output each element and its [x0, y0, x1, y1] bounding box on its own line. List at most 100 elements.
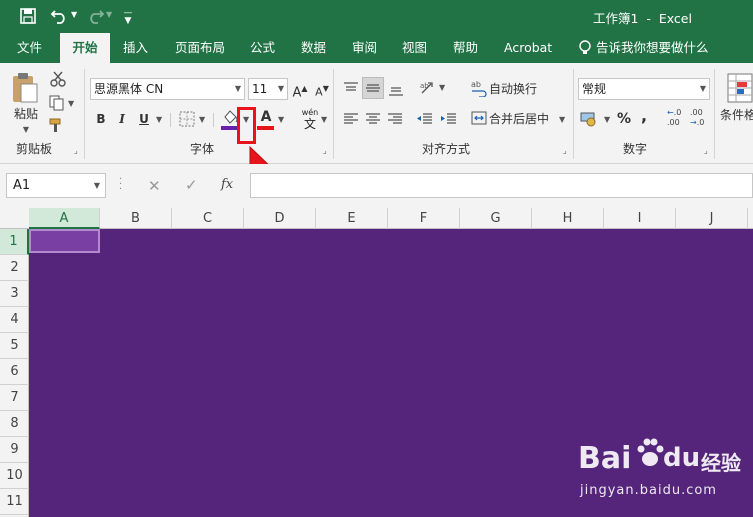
clipboard-launcher-icon[interactable]: ⌟: [74, 147, 82, 155]
tab-home[interactable]: 开始: [60, 33, 110, 63]
column-header-c[interactable]: C: [172, 208, 244, 229]
tab-acrobat[interactable]: Acrobat: [504, 33, 552, 63]
column-header-h[interactable]: H: [532, 208, 604, 229]
grow-font-button[interactable]: A▲: [292, 80, 308, 102]
font-launcher-icon[interactable]: ⌟: [323, 147, 331, 155]
conditional-format-icon[interactable]: [727, 73, 753, 103]
align-middle-icon[interactable]: [362, 77, 384, 99]
align-right-icon[interactable]: [386, 111, 404, 127]
paste-icon[interactable]: [11, 72, 39, 104]
paw-icon: [635, 435, 665, 471]
tab-page-layout[interactable]: 页面布局: [175, 33, 225, 63]
tab-insert[interactable]: 插入: [123, 33, 148, 63]
ribbon-home: 粘贴 ▼ ▼ 剪贴板 ⌟ 思源黑体 CN ▼ 11 ▼ A▲ A▼ B I U …: [0, 63, 753, 164]
tab-help[interactable]: 帮助: [453, 33, 478, 63]
tell-me-search[interactable]: 告诉我你想要做什么: [596, 33, 709, 63]
orientation-icon[interactable]: ab: [419, 79, 437, 97]
phonetic-bottom-text: 文: [303, 117, 316, 131]
increase-decimal-button[interactable]: ←.0.00: [667, 108, 685, 132]
decrease-indent-icon[interactable]: [416, 111, 434, 127]
paste-dropdown-icon[interactable]: ▼: [20, 121, 32, 139]
row-header-11[interactable]: 11: [0, 489, 29, 515]
copy-icon[interactable]: [49, 95, 65, 111]
align-center-icon[interactable]: [364, 111, 382, 127]
format-painter-icon[interactable]: [49, 117, 67, 133]
active-cell-a1[interactable]: [29, 229, 100, 253]
phonetic-dropdown-icon[interactable]: ▼: [321, 115, 327, 124]
decrease-decimal-button[interactable]: .00 →.0: [690, 108, 708, 132]
column-header-i[interactable]: I: [604, 208, 676, 229]
column-header-a[interactable]: A: [29, 208, 100, 229]
row-header-10[interactable]: 10: [0, 463, 29, 489]
italic-button[interactable]: I: [115, 110, 129, 128]
clipboard-group-label: 剪贴板: [16, 142, 53, 156]
phonetic-guide-button[interactable]: wén 文: [300, 108, 320, 132]
save-icon[interactable]: [20, 8, 36, 24]
column-header-j[interactable]: J: [676, 208, 748, 229]
customize-toolbar-icon[interactable]: — ▼: [123, 9, 133, 26]
column-header-e[interactable]: E: [316, 208, 388, 229]
formula-input[interactable]: [250, 173, 753, 198]
wrap-text-button[interactable]: 自动换行: [489, 80, 537, 98]
column-header-g[interactable]: G: [460, 208, 532, 229]
copy-dropdown-icon[interactable]: ▼: [68, 99, 74, 108]
bold-button[interactable]: B: [94, 110, 108, 128]
redo-dropdown-icon: ▼: [106, 10, 113, 19]
merge-center-button[interactable]: 合并后居中: [489, 110, 549, 128]
font-color-button[interactable]: A: [258, 108, 274, 126]
font-color-dropdown-icon[interactable]: ▼: [278, 115, 284, 124]
row-header-7[interactable]: 7: [0, 385, 29, 411]
group-divider: [170, 113, 171, 127]
border-dropdown-icon[interactable]: ▼: [199, 115, 205, 124]
align-bottom-icon[interactable]: [387, 80, 405, 98]
row-header-8[interactable]: 8: [0, 411, 29, 437]
watermark-brand-suffix: du: [663, 443, 701, 473]
row-header-6[interactable]: 6: [0, 359, 29, 385]
column-header-b[interactable]: B: [100, 208, 172, 229]
alignment-launcher-icon[interactable]: ⌟: [563, 147, 571, 155]
row-header-2[interactable]: 2: [0, 255, 29, 281]
merge-center-dropdown-icon[interactable]: ▼: [559, 115, 565, 124]
conditional-format-button[interactable]: 条件格: [720, 106, 753, 124]
decrease-decimal-arrow-icon: →: [690, 118, 697, 127]
font-group-label: 字体: [190, 142, 215, 156]
underline-dropdown-icon[interactable]: ▼: [156, 115, 162, 124]
undo-dropdown-icon[interactable]: ▼: [71, 10, 77, 19]
tab-file[interactable]: 文件: [17, 33, 42, 63]
number-format-dropdown[interactable]: 常规 ▼: [578, 78, 710, 100]
insert-function-icon[interactable]: fx: [221, 177, 233, 192]
align-left-icon[interactable]: [342, 111, 360, 127]
tab-view[interactable]: 视图: [402, 33, 427, 63]
tab-review[interactable]: 审阅: [352, 33, 377, 63]
merge-center-icon[interactable]: [471, 110, 487, 126]
tab-data[interactable]: 数据: [301, 33, 326, 63]
border-icon[interactable]: [179, 111, 195, 127]
column-header-d[interactable]: D: [244, 208, 316, 229]
row-header-9[interactable]: 9: [0, 437, 29, 463]
cut-icon[interactable]: [50, 71, 66, 87]
shrink-font-letter: A: [315, 85, 323, 99]
name-box[interactable]: A1 ▼: [6, 173, 106, 198]
align-top-icon[interactable]: [342, 80, 360, 98]
percent-button[interactable]: %: [616, 110, 632, 128]
underline-button[interactable]: U: [137, 110, 151, 128]
shrink-font-button[interactable]: A▼: [314, 80, 330, 102]
font-size-dropdown[interactable]: 11 ▼: [248, 78, 288, 100]
row-header-5[interactable]: 5: [0, 333, 29, 359]
column-header-f[interactable]: F: [388, 208, 460, 229]
accounting-dropdown-icon[interactable]: ▼: [604, 115, 610, 124]
accounting-format-icon[interactable]: [580, 110, 600, 128]
row-header-4[interactable]: 4: [0, 307, 29, 333]
orientation-dropdown-icon[interactable]: ▼: [439, 83, 445, 92]
row-header-1[interactable]: 1: [0, 229, 29, 255]
annotation-highlight-box: [237, 107, 256, 144]
wrap-text-icon[interactable]: ab: [471, 79, 487, 98]
number-launcher-icon[interactable]: ⌟: [704, 147, 712, 155]
undo-icon[interactable]: [50, 7, 70, 25]
tab-formulas[interactable]: 公式: [250, 33, 275, 63]
font-name-dropdown[interactable]: 思源黑体 CN ▼: [90, 78, 245, 100]
increase-indent-icon[interactable]: [440, 111, 458, 127]
comma-button[interactable]: ,: [638, 107, 650, 125]
row-header-3[interactable]: 3: [0, 281, 29, 307]
more-options-icon[interactable]: · · ·: [119, 175, 122, 195]
